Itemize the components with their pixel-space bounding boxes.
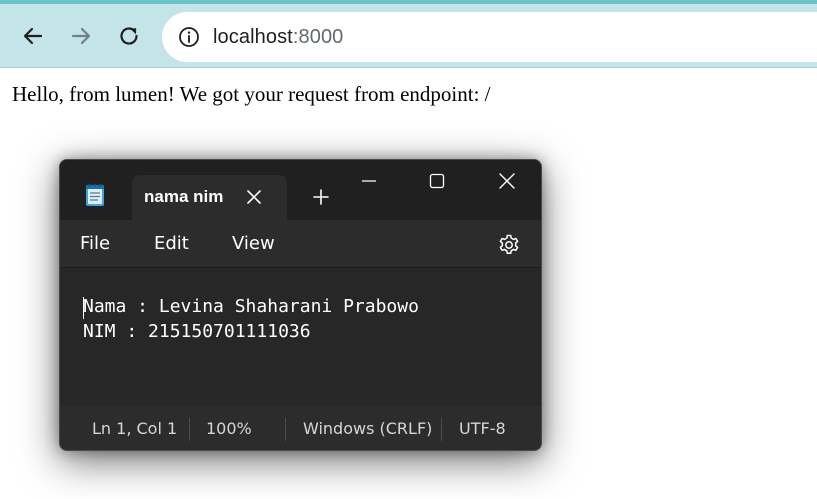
close-window-button[interactable]	[472, 160, 541, 202]
close-icon	[499, 173, 515, 189]
status-divider	[285, 418, 286, 441]
url-port: :8000	[292, 25, 344, 48]
arrow-right-icon	[71, 27, 91, 45]
maximize-icon	[429, 173, 445, 189]
editor-line: NIM : 215150701111036	[83, 321, 311, 342]
browser-toolbar: localhost:8000	[0, 0, 817, 68]
reload-icon	[120, 27, 138, 45]
status-line-ending[interactable]: Windows (CRLF)	[303, 419, 432, 438]
notepad-editor[interactable]: Nama : Levina Shaharani Prabowo NIM : 21…	[60, 268, 541, 406]
status-divider	[189, 418, 190, 441]
tab-nama-nim[interactable]: nama nim	[132, 175, 287, 220]
tab-title: nama nim	[144, 187, 224, 206]
status-cursor-position[interactable]: Ln 1, Col 1	[92, 419, 177, 438]
status-zoom[interactable]: 100%	[206, 419, 252, 438]
menu-edit[interactable]: Edit	[154, 233, 189, 254]
url-host: localhost	[213, 25, 293, 48]
back-button[interactable]	[18, 21, 48, 51]
close-tab-icon[interactable]	[245, 188, 263, 206]
notepad-statusbar: Ln 1, Col 1 100% Windows (CRLF) UTF-8	[60, 406, 541, 450]
address-bar[interactable]: localhost:8000	[162, 12, 817, 62]
page-message: Hello, from lumen! We got your request f…	[12, 82, 491, 106]
forward-button[interactable]	[66, 21, 96, 51]
status-encoding[interactable]: UTF-8	[459, 419, 506, 438]
minimize-button[interactable]	[334, 160, 404, 202]
info-icon[interactable]	[178, 26, 200, 48]
menu-file[interactable]: File	[80, 233, 110, 254]
notepad-app-icon	[86, 183, 104, 206]
new-tab-icon[interactable]	[312, 188, 330, 206]
gear-icon[interactable]	[497, 233, 521, 257]
minimize-icon	[362, 180, 376, 182]
arrow-left-icon	[23, 27, 43, 45]
notepad-titlebar[interactable]: nama nim	[60, 160, 541, 220]
reload-button[interactable]	[114, 21, 144, 51]
status-divider	[441, 418, 442, 441]
menu-view[interactable]: View	[232, 233, 275, 254]
notepad-window: nama nim File Edit View Nama: Levina Sh…	[59, 159, 542, 451]
editor-line: Nama : Levina Shaharani Prabowo	[83, 296, 419, 317]
url-text[interactable]: localhost:8000	[213, 26, 343, 49]
text-caret	[83, 297, 84, 319]
notepad-menubar: File Edit View	[60, 220, 541, 268]
maximize-button[interactable]	[402, 160, 472, 202]
